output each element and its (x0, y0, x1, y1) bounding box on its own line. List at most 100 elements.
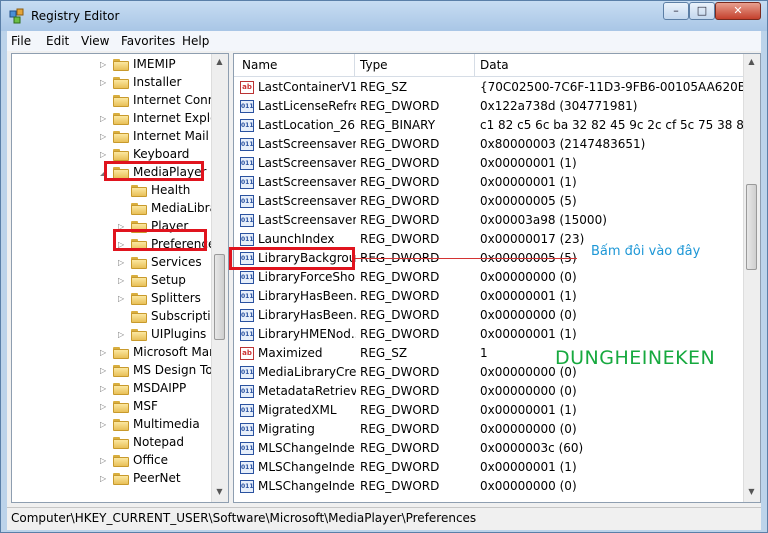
tree-scrollbar[interactable]: ▲ ▼ (211, 54, 228, 502)
list-scrollbar[interactable]: ▲ ▼ (743, 54, 760, 502)
expand-arrow-icon[interactable]: ▷ (100, 362, 110, 380)
folder-icon (131, 328, 147, 341)
value-row[interactable]: 011 LastScreensaver... REG_DWORD 0x00000001… (234, 173, 744, 192)
value-row[interactable]: 011 LastLocation_26 REG_BINARY c1 82 c5 6c … (234, 116, 744, 135)
tree-item[interactable]: ▷ MSDAIPP (100, 379, 186, 397)
tree-item[interactable]: Subscriptic (118, 307, 217, 325)
column-type-header[interactable]: Type (360, 58, 388, 72)
expand-arrow-icon[interactable]: ▷ (100, 128, 110, 146)
tree-scroll-thumb[interactable] (214, 254, 225, 340)
tree-item[interactable]: ▷ IMEMIP (100, 55, 176, 73)
tree-item[interactable]: ▷ Internet Explor (100, 109, 222, 127)
binary-value-icon: 011 (240, 442, 254, 455)
value-row[interactable]: 011 MLSChangeInde... REG_DWORD 0x00000001 (… (234, 458, 744, 477)
expand-arrow-icon[interactable]: ▷ (100, 470, 110, 488)
value-data: 0x00000001 (1) (480, 175, 577, 189)
value-row[interactable]: 011 MetadataRetrieval REG_DWORD 0x00000000 … (234, 382, 744, 401)
expand-arrow-icon[interactable]: ▷ (118, 254, 128, 272)
value-row[interactable]: 011 LibraryHMENod... REG_DWORD 0x00000001 (… (234, 325, 744, 344)
expand-arrow-icon[interactable]: ▷ (118, 272, 128, 290)
tree-item[interactable]: ▷ Internet Mail a (100, 127, 220, 145)
value-row[interactable]: ab LastContainerV12 REG_SZ {70C02500-7C6F-1… (234, 78, 744, 97)
binary-value-icon: 011 (240, 138, 254, 151)
menu-view[interactable]: View (81, 34, 109, 48)
value-data: 0x00000001 (1) (480, 460, 577, 474)
close-button[interactable]: ✕ (715, 2, 761, 20)
key-tree[interactable]: ▷ IMEMIP ▷ Installer Internet Conne ▷ Internet… (11, 53, 229, 503)
value-row[interactable]: 011 LastScreensaver... REG_DWORD 0x00000001… (234, 154, 744, 173)
value-row[interactable]: 011 LibraryHasBeen... REG_DWORD 0x00000000 … (234, 306, 744, 325)
value-row[interactable]: 011 LastScreensaver... REG_DWORD 0x00000005… (234, 192, 744, 211)
folder-icon (113, 382, 129, 395)
tree-item[interactable]: ▷ MSF (100, 397, 158, 415)
expand-arrow-icon[interactable]: ▷ (100, 380, 110, 398)
tree-item[interactable]: Internet Conne (100, 91, 223, 109)
tree-item[interactable]: ▷ UIPlugins (118, 325, 206, 343)
value-row[interactable]: 011 LibraryForceSho... REG_DWORD 0x00000000… (234, 268, 744, 287)
folder-icon (113, 364, 129, 377)
value-row[interactable]: 011 Migrating REG_DWORD 0x00000000 (0) (234, 420, 744, 439)
binary-value-icon: 011 (240, 119, 254, 132)
expand-arrow-icon[interactable]: ▷ (100, 110, 110, 128)
tree-item-label: Health (151, 183, 191, 197)
value-row[interactable]: 011 LastScreensaver... REG_DWORD 0x80000003… (234, 135, 744, 154)
title-bar[interactable]: Registry Editor – □ ✕ (1, 1, 767, 31)
menu-file[interactable]: File (11, 34, 31, 48)
menu-help[interactable]: Help (182, 34, 209, 48)
value-row[interactable]: 011 MLSChangeInde... REG_DWORD 0x0000003c (… (234, 439, 744, 458)
expand-arrow-icon[interactable]: ▷ (100, 56, 110, 74)
binary-value-icon: 011 (240, 423, 254, 436)
expand-arrow-icon[interactable]: ▷ (118, 326, 128, 344)
tree-item[interactable]: ▷ Microsoft Mar (100, 343, 214, 361)
maximize-button[interactable]: □ (689, 2, 715, 20)
value-data: 0x00000000 (0) (480, 270, 577, 284)
tree-item-label: Internet Conne (133, 93, 223, 107)
menu-edit[interactable]: Edit (46, 34, 69, 48)
value-row[interactable]: 011 MigratedXML REG_DWORD 0x00000001 (1) (234, 401, 744, 420)
value-type: REG_DWORD (360, 270, 440, 284)
tree-item[interactable]: ▷ Splitters (118, 289, 201, 307)
tree-item[interactable]: ▷ Installer (100, 73, 181, 91)
column-separator[interactable] (474, 54, 475, 76)
list-scroll-thumb[interactable] (746, 184, 757, 270)
folder-icon (113, 436, 129, 449)
tree-item[interactable]: Notepad (100, 433, 184, 451)
tree-item-label: MSDAIPP (133, 381, 187, 395)
column-name-header[interactable]: Name (242, 58, 277, 72)
value-type: REG_DWORD (360, 156, 440, 170)
expand-arrow-icon[interactable]: ▷ (100, 452, 110, 470)
tree-item[interactable]: ▷ Office (100, 451, 168, 469)
expand-arrow-icon[interactable]: ▷ (100, 416, 110, 434)
value-row[interactable]: 011 LastLicenseRefre... REG_DWORD 0x122a738… (234, 97, 744, 116)
tree-item[interactable]: ▷ Multimedia (100, 415, 200, 433)
value-type: REG_DWORD (360, 460, 440, 474)
values-list[interactable]: Name Type Data ab LastContainerV12 REG_SZ {… (233, 53, 761, 503)
tree-item[interactable]: MediaLibra (118, 199, 217, 217)
expand-arrow-icon[interactable]: ▷ (100, 344, 110, 362)
value-row[interactable]: 011 LastScreensaver... REG_DWORD 0x00003a98… (234, 211, 744, 230)
tree-item[interactable]: ▷ Setup (118, 271, 186, 289)
scroll-down-arrow-icon[interactable]: ▼ (746, 486, 757, 498)
tree-item[interactable]: ▷ MS Design Too (100, 361, 220, 379)
binary-value-icon: 011 (240, 100, 254, 113)
scroll-up-arrow-icon[interactable]: ▲ (746, 56, 757, 68)
binary-value-icon: 011 (240, 214, 254, 227)
expand-arrow-icon[interactable]: ▷ (100, 398, 110, 416)
minimize-button[interactable]: – (663, 2, 689, 20)
tree-item-label: MS Design Too (133, 363, 221, 377)
expand-arrow-icon[interactable]: ▷ (118, 290, 128, 308)
tree-item[interactable]: ▷ PeerNet (100, 469, 181, 487)
value-row[interactable]: 011 MLSChangeInde... REG_DWORD 0x00000000 (… (234, 477, 744, 496)
value-row[interactable]: 011 LibraryHasBeen... REG_DWORD 0x00000001 … (234, 287, 744, 306)
expand-arrow-icon[interactable]: ▷ (100, 74, 110, 92)
folder-icon (113, 130, 129, 143)
value-name: LibraryHasBeen... (258, 289, 356, 303)
binary-value-icon: 011 (240, 385, 254, 398)
scroll-up-arrow-icon[interactable]: ▲ (214, 56, 225, 68)
tree-item[interactable]: Health (118, 181, 190, 199)
column-data-header[interactable]: Data (480, 58, 509, 72)
scroll-down-arrow-icon[interactable]: ▼ (214, 486, 225, 498)
column-separator[interactable] (354, 54, 355, 76)
tree-item[interactable]: ▷ Services (118, 253, 202, 271)
menu-favorites[interactable]: Favorites (121, 34, 175, 48)
